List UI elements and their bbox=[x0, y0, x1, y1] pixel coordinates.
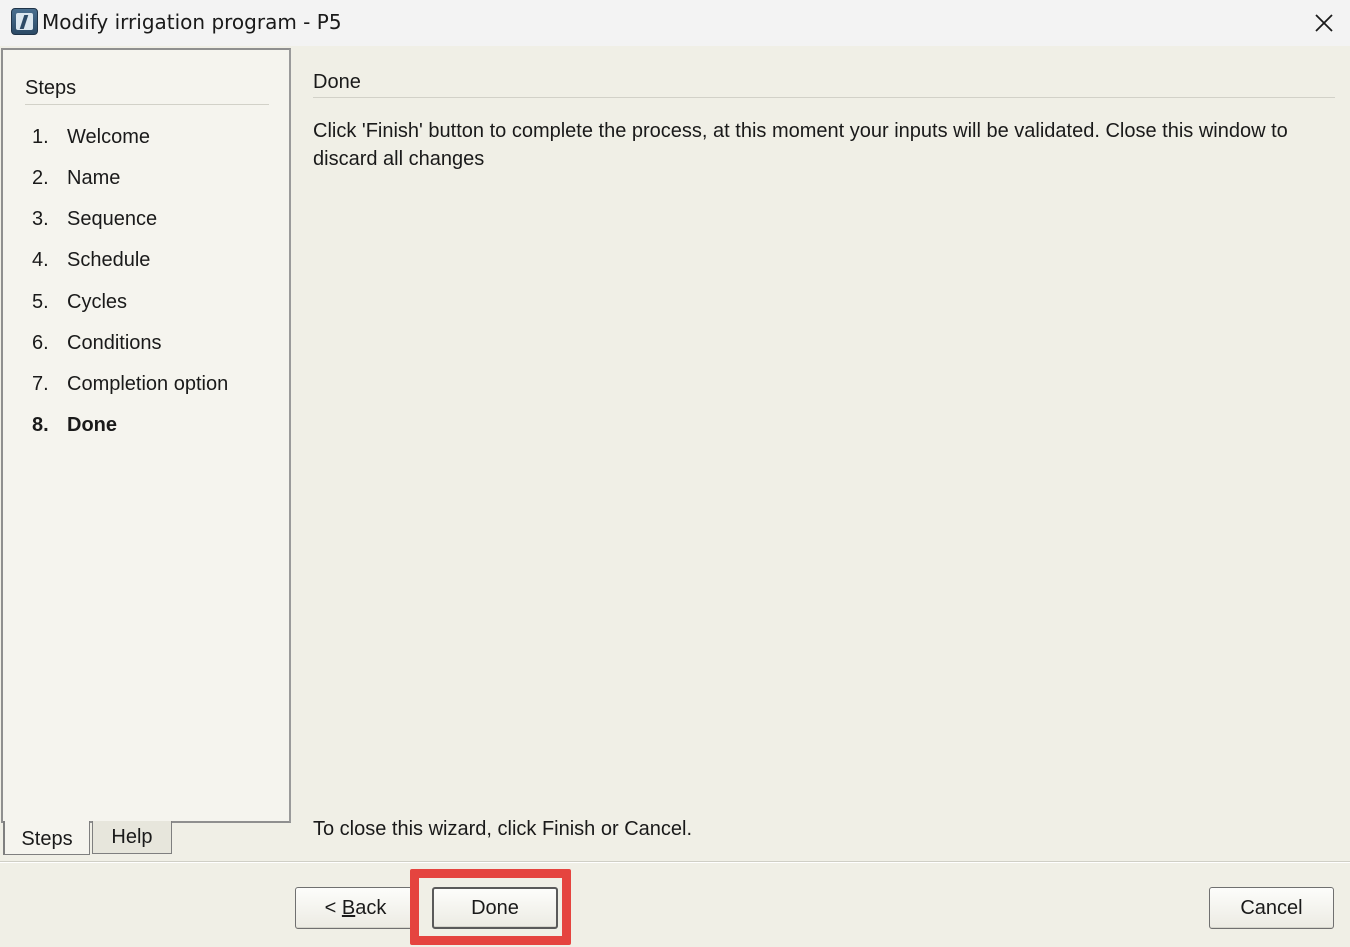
title-bar: Modify irrigation program - P5 bbox=[0, 0, 1350, 46]
step-label: Sequence bbox=[67, 207, 158, 230]
step-item-welcome: 1. Welcome bbox=[3, 122, 289, 152]
back-mnemonic: B bbox=[341, 896, 356, 919]
instructions-text: Click 'Finish' button to complete the pr… bbox=[313, 120, 1288, 170]
step-item-sequence: 3. Sequence bbox=[3, 204, 289, 234]
page-title: Done bbox=[313, 71, 361, 93]
step-item-name: 2. Name bbox=[3, 163, 289, 193]
tab-steps[interactable]: Steps bbox=[3, 821, 90, 855]
step-number: 2. bbox=[32, 166, 49, 189]
step-number: 5. bbox=[32, 290, 49, 313]
app-icon bbox=[11, 8, 38, 35]
back-button[interactable]: < Back bbox=[295, 887, 416, 929]
steps-heading: Steps bbox=[25, 77, 77, 99]
step-label: Conditions bbox=[67, 331, 162, 354]
steps-panel: Steps 1. Welcome 2. Name 3. Sequence 4. … bbox=[1, 48, 291, 823]
step-label: Schedule bbox=[67, 248, 151, 271]
step-item-cycles: 5. Cycles bbox=[3, 287, 289, 317]
step-item-conditions: 6. Conditions bbox=[3, 328, 289, 358]
step-label: Done bbox=[67, 413, 117, 436]
done-button[interactable]: Done bbox=[432, 887, 558, 929]
close-icon bbox=[1315, 14, 1333, 32]
step-number: 8. bbox=[32, 413, 49, 436]
close-window-button[interactable] bbox=[1298, 0, 1350, 46]
step-number: 1. bbox=[32, 125, 49, 148]
step-label: Name bbox=[67, 166, 121, 189]
back-label-rest: ack bbox=[355, 896, 387, 919]
step-number: 7. bbox=[32, 372, 49, 395]
window-title: Modify irrigation program - P5 bbox=[42, 10, 342, 34]
step-label: Completion option bbox=[67, 372, 229, 395]
step-number: 3. bbox=[32, 207, 49, 230]
step-number: 6. bbox=[32, 331, 49, 354]
step-item-completion-option: 7. Completion option bbox=[3, 369, 289, 399]
back-prefix: < bbox=[324, 896, 342, 919]
divider bbox=[313, 97, 1335, 98]
divider bbox=[25, 104, 269, 105]
step-item-done: 8. Done bbox=[3, 410, 289, 440]
step-label: Welcome bbox=[67, 125, 150, 148]
tab-help[interactable]: Help bbox=[92, 821, 172, 854]
cancel-button[interactable]: Cancel bbox=[1209, 887, 1334, 929]
step-item-schedule: 4. Schedule bbox=[3, 245, 289, 275]
step-label: Cycles bbox=[67, 290, 128, 313]
step-number: 4. bbox=[32, 248, 49, 271]
close-hint-text: To close this wizard, click Finish or Ca… bbox=[313, 818, 693, 840]
divider bbox=[0, 862, 1350, 863]
